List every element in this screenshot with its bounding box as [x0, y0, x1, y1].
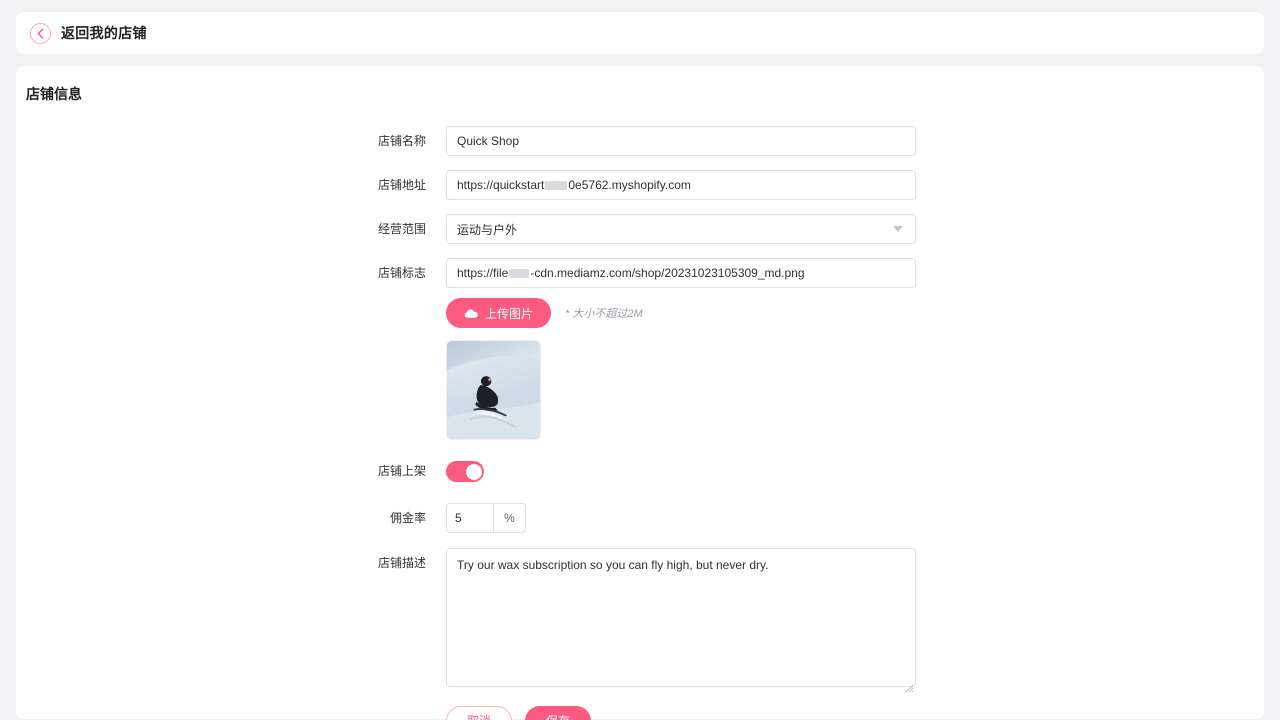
- shop-name-input[interactable]: Quick Shop: [446, 126, 916, 156]
- form-row-shop-name: 店铺名称 Quick Shop: [16, 126, 1264, 156]
- form-row-business-scope: 经营范围 运动与户外: [16, 214, 1264, 244]
- upload-size-hint: * 大小不超过2M: [565, 308, 643, 320]
- shop-logo-value-suffix: -cdn.mediamz.com/shop/20231023105309_md.…: [530, 266, 805, 280]
- business-scope-select[interactable]: 运动与户外: [446, 214, 916, 244]
- chevron-down-icon: [893, 226, 903, 232]
- cancel-button[interactable]: 取消: [446, 706, 513, 720]
- upload-image-label: 上传图片: [485, 306, 534, 321]
- commission-rate-suffix: %: [494, 503, 526, 533]
- page-title: 店铺信息: [26, 86, 82, 102]
- form-row-shop-url: 店铺地址 https://quickstart 0e5762.myshopify.…: [16, 170, 1264, 200]
- back-to-my-shop-button[interactable]: 返回我的店铺: [30, 22, 147, 44]
- chevron-left-icon: [30, 22, 51, 44]
- upload-image-button[interactable]: 上传图片: [446, 298, 552, 328]
- business-scope-control: 运动与户外: [446, 214, 1264, 244]
- shop-description-wrapper: [446, 548, 916, 693]
- shop-info-form: 店铺名称 Quick Shop 店铺地址 https://quickstart 0…: [16, 126, 1264, 720]
- form-row-shop-online: 店铺上架: [16, 456, 1264, 486]
- shop-name-control: Quick Shop: [446, 126, 1264, 156]
- form-actions: 取消 保存: [446, 706, 1264, 720]
- save-button[interactable]: 保存: [525, 706, 592, 720]
- shop-url-control: https://quickstart 0e5762.myshopify.com: [446, 170, 1264, 200]
- cloud-upload-icon: [464, 308, 478, 319]
- shop-url-label: 店铺地址: [377, 178, 426, 192]
- shop-name-value: Quick Shop: [457, 134, 520, 148]
- business-scope-label: 经营范围: [377, 222, 426, 236]
- shop-online-toggle[interactable]: [446, 461, 484, 482]
- shop-description-label: 店铺描述: [377, 556, 426, 570]
- shop-url-value-prefix: https://quickstart: [457, 178, 545, 192]
- back-button-label: 返回我的店铺: [61, 25, 147, 41]
- shop-logo-preview[interactable]: [446, 340, 541, 440]
- shop-online-label: 店铺上架: [377, 464, 426, 478]
- shop-logo-input[interactable]: https://file -cdn.mediamz.com/shop/202310…: [446, 258, 916, 288]
- shop-online-control: [446, 456, 1264, 482]
- shop-description-control: 取消 保存: [446, 548, 1264, 720]
- commission-rate-label: 佣金率: [389, 511, 426, 525]
- shop-url-input[interactable]: https://quickstart 0e5762.myshopify.com: [446, 170, 916, 200]
- redaction-block: [545, 180, 568, 190]
- commission-rate-input[interactable]: [446, 503, 494, 533]
- shop-description-textarea[interactable]: [446, 548, 916, 687]
- redaction-block: [509, 268, 530, 278]
- toggle-knob: [465, 463, 482, 480]
- business-scope-value: 运动与户外: [457, 222, 518, 237]
- shop-logo-label: 店铺标志: [377, 266, 426, 280]
- shop-url-value-suffix: 0e5762.myshopify.com: [568, 178, 691, 192]
- form-row-shop-description: 店铺描述 取消 保存: [16, 548, 1264, 720]
- shop-info-card: 店铺信息 店铺名称 Quick Shop 店铺地址 https://quicks…: [16, 66, 1264, 720]
- form-row-commission-rate: 佣金率 %: [16, 503, 1264, 533]
- upload-row: 上传图片 * 大小不超过2M: [446, 298, 1264, 328]
- commission-rate-group: %: [446, 503, 526, 533]
- header-card: 返回我的店铺: [16, 12, 1264, 54]
- shop-logo-control: https://file -cdn.mediamz.com/shop/202310…: [446, 258, 1264, 440]
- shop-name-label: 店铺名称: [377, 134, 426, 148]
- page-root: 返回我的店铺 店铺信息 店铺名称 Quick Shop 店铺地址 https:/…: [0, 0, 1280, 720]
- form-row-shop-logo: 店铺标志 https://file -cdn.mediamz.com/shop/2…: [16, 258, 1264, 440]
- shop-logo-value-prefix: https://file: [457, 266, 509, 280]
- commission-rate-control: %: [446, 503, 1264, 533]
